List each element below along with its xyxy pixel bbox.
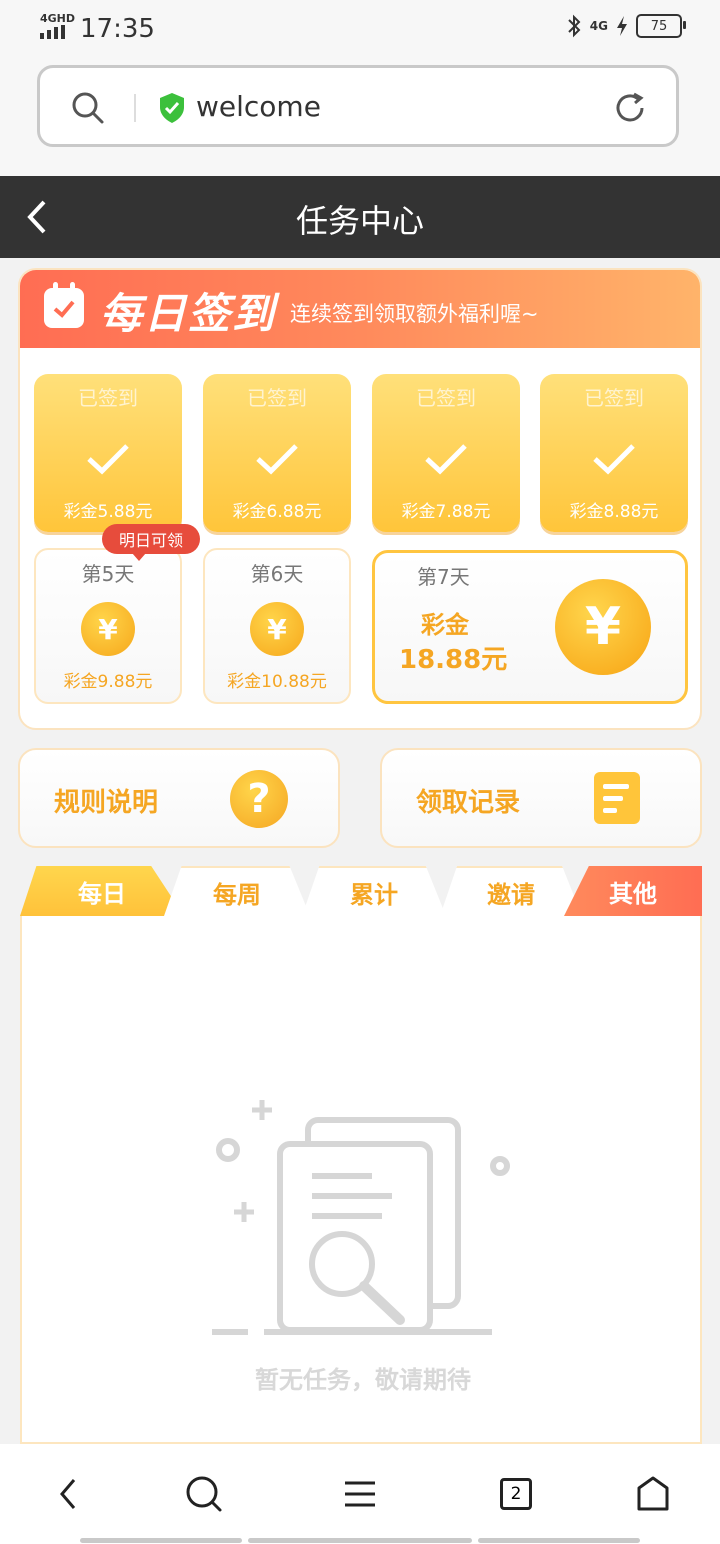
coin-icon: ¥: [81, 602, 135, 656]
reload-icon[interactable]: [612, 90, 648, 126]
day-status: 已签到: [78, 386, 138, 410]
url-text[interactable]: welcome: [196, 90, 321, 123]
day-reward: 彩金7.88元: [401, 502, 491, 522]
charging-icon: [617, 16, 627, 36]
rules-button[interactable]: 规则说明 ?: [18, 748, 340, 848]
task-tabs: 每日 每周 累计 邀请 其他: [20, 866, 702, 916]
battery-icon: 75: [636, 14, 686, 38]
check-icon: [593, 444, 635, 475]
day-label: 第6天: [250, 562, 304, 586]
browser-toolbar: welcome: [0, 58, 720, 176]
day-card-signed: 已签到 彩金6.88元: [203, 374, 351, 532]
day-reward: 彩金10.88元: [227, 672, 327, 692]
note-edit-icon: [594, 772, 640, 824]
signin-title: 每日签到: [100, 289, 277, 338]
tab-cumulative[interactable]: 累计: [302, 866, 446, 916]
day-reward: 彩金6.88元: [232, 502, 322, 522]
tab-other[interactable]: 其他: [564, 866, 702, 916]
search-icon[interactable]: [70, 90, 106, 126]
empty-message: 暂无任务，敬请期待: [255, 1366, 471, 1394]
tab-weekly[interactable]: 每周: [164, 866, 310, 916]
day-reward: 彩金8.88元: [569, 502, 659, 522]
day-label: 第5天: [81, 562, 135, 586]
page-title: 任务中心: [295, 202, 424, 240]
day7-reward-amount: 18.88元: [399, 645, 508, 675]
divider: [134, 94, 136, 122]
back-icon[interactable]: [22, 196, 52, 238]
day7-reward-label: 彩金: [421, 611, 469, 639]
browser-bottom-nav: 2: [0, 1444, 720, 1544]
task-list-panel: 暂无任务，敬请期待: [20, 916, 702, 1444]
day-reward: 彩金5.88元: [63, 502, 153, 522]
daily-signin-card: 每日签到 连续签到领取额外福利喔~ 已签到 彩金5.88元 已签到 彩金6.88…: [18, 268, 702, 730]
day-status: 已签到: [416, 386, 476, 410]
coin-icon: ¥: [250, 602, 304, 656]
check-icon: [425, 444, 467, 475]
signal-icon: [40, 25, 65, 39]
day-card-signed: 已签到 彩金8.88元: [540, 374, 688, 532]
status-bar: 4GHD 17:35 4G 75: [0, 0, 720, 58]
tab-invite[interactable]: 邀请: [440, 866, 582, 916]
rules-label: 规则说明: [54, 788, 159, 818]
bluetooth-icon: [568, 14, 581, 38]
day-status: 已签到: [247, 386, 307, 410]
check-icon: [87, 444, 129, 475]
day-status: 已签到: [584, 386, 644, 410]
calendar-icon: [44, 282, 84, 328]
day-card-signed: 已签到 彩金7.88元: [372, 374, 520, 532]
page-header: 任务中心: [0, 176, 720, 258]
status-icons: 4G 75: [566, 14, 686, 38]
big-coin-icon: ¥: [555, 579, 651, 675]
nav-menu-icon[interactable]: [342, 1474, 378, 1514]
question-icon: ?: [230, 770, 288, 828]
gesture-bar: [478, 1538, 640, 1543]
mobile-data-label: 4G: [589, 19, 608, 33]
records-button[interactable]: 领取记录: [380, 748, 702, 848]
address-bar[interactable]: welcome: [37, 65, 679, 147]
gesture-bar: [248, 1538, 472, 1543]
tomorrow-badge: 明日可领: [102, 524, 200, 561]
records-label: 领取记录: [416, 788, 521, 818]
secure-shield-icon: [160, 93, 184, 123]
nav-search-icon[interactable]: [184, 1474, 224, 1514]
empty-document-icon: [212, 1100, 510, 1335]
signin-subtitle: 连续签到领取额外福利喔~: [290, 302, 539, 326]
tabs-count-button[interactable]: 2: [500, 1478, 532, 1510]
signin-banner: 每日签到 连续签到领取额外福利喔~: [20, 270, 700, 348]
check-icon: [256, 444, 298, 475]
gesture-bar: [80, 1538, 242, 1543]
day-card-7[interactable]: 第7天 彩金 18.88元 ¥: [372, 550, 688, 704]
day-card-6[interactable]: 第6天 ¥ 彩金10.88元: [203, 548, 351, 704]
day-card-signed: 已签到 彩金5.88元: [34, 374, 182, 532]
nav-back-icon[interactable]: [54, 1474, 84, 1514]
day-reward: 彩金9.88元: [63, 672, 153, 692]
tab-daily[interactable]: 每日: [20, 866, 184, 916]
day-label: 第7天: [417, 565, 470, 589]
tabs-count: 2: [510, 1484, 522, 1504]
day-card-5[interactable]: 第5天 ¥ 彩金9.88元: [34, 548, 182, 704]
battery-level: 75: [650, 18, 668, 34]
nav-home-icon[interactable]: [634, 1474, 672, 1514]
network-type: 4GHD: [40, 12, 76, 25]
clock: 17:35: [80, 14, 155, 44]
